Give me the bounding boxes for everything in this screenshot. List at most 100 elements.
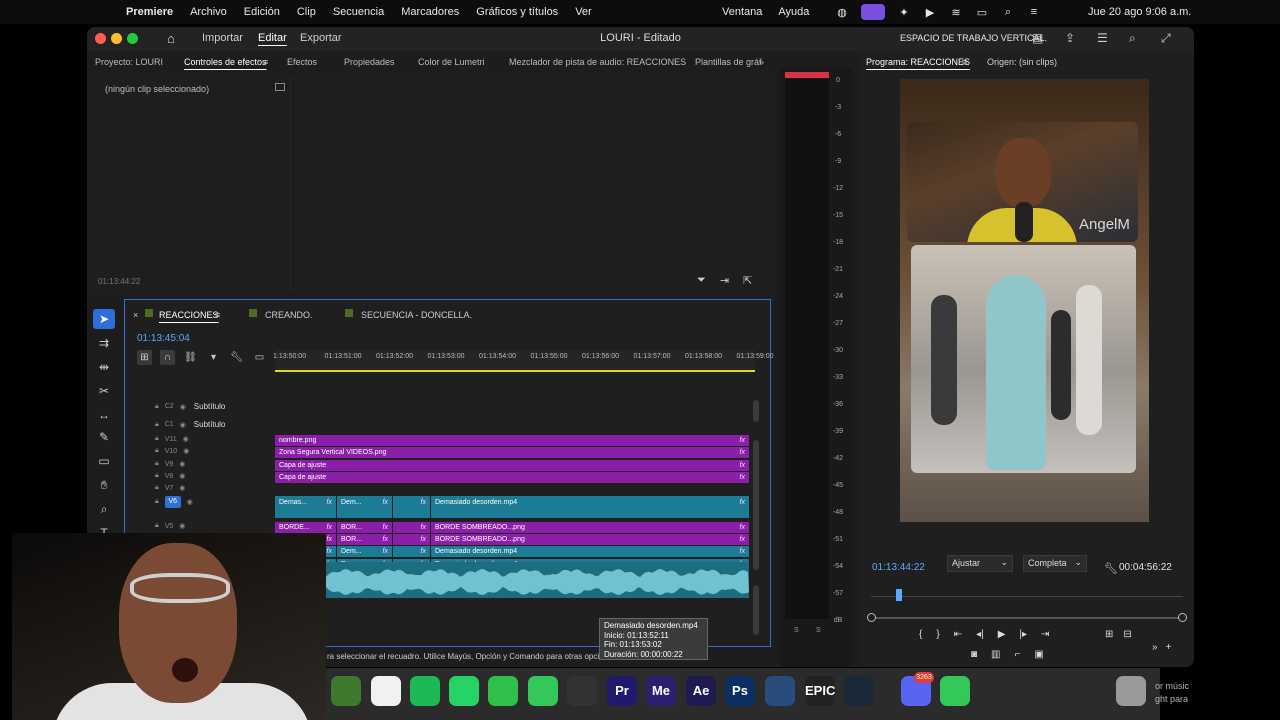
menu-edicion[interactable]: Edición [244, 6, 280, 18]
safe-margins-icon[interactable]: ▣ [1034, 649, 1043, 660]
play-only-audio-icon[interactable]: ⇥ [720, 274, 729, 287]
program-video-frame[interactable]: AngelM [900, 79, 1149, 522]
selection-tool-icon[interactable]: ➤ [93, 309, 115, 329]
tab-reacciones[interactable]: REACCIONES [159, 310, 219, 320]
timeline-clip[interactable]: fx [393, 496, 430, 518]
panel-toggle-icon[interactable] [275, 83, 285, 91]
timeline-clip[interactable]: fx [393, 546, 430, 557]
audio-clip[interactable] [325, 562, 749, 598]
tab-controles-efectos[interactable]: Controles de efectos [184, 57, 267, 67]
epic-games-icon[interactable]: EPIC [805, 676, 835, 706]
menu-clip[interactable]: Clip [297, 6, 316, 18]
spotify-icon[interactable] [410, 676, 440, 706]
phone-icon[interactable] [940, 676, 970, 706]
eye-icon[interactable]: ◉ [180, 403, 186, 411]
go-to-out-icon[interactable]: ⇥ [1041, 629, 1049, 640]
mark-out-icon[interactable]: } [936, 629, 939, 640]
timeline-clip[interactable]: Capa de ajuste fx [275, 460, 749, 471]
workspace-label[interactable]: ESPACIO DE TRABAJO VERTICAL. [900, 33, 1047, 43]
share-icon[interactable]: ⇪ [1065, 31, 1075, 45]
menu-archivo[interactable]: Archivo [190, 6, 227, 18]
playhead[interactable] [896, 589, 902, 601]
solo-button-left[interactable]: S [794, 627, 799, 634]
timeline-clip[interactable]: BOR... fx [337, 522, 392, 533]
hand-tool-icon[interactable]: ✋︎ [93, 475, 115, 495]
menu-lines-icon[interactable]: ☰ [1097, 31, 1108, 45]
export-icon[interactable]: ⇱ [743, 274, 752, 287]
earth-app-icon[interactable] [331, 676, 361, 706]
quality-select[interactable]: Completa ⌄ [1023, 555, 1087, 572]
step-forward-icon[interactable]: |▸ [1019, 629, 1027, 640]
obs-icon[interactable] [567, 676, 597, 706]
tab-programa[interactable]: Programa: REACCIONES [866, 57, 970, 67]
zoom-handle-right[interactable] [1178, 613, 1187, 622]
play-circle-icon[interactable]: ▶ [923, 6, 937, 19]
slip-tool-icon[interactable]: ↔ [93, 405, 115, 425]
notes-icon[interactable] [371, 676, 401, 706]
trash-icon[interactable] [1116, 676, 1146, 706]
photoshop-icon[interactable]: Ps [725, 676, 755, 706]
ripple-edit-tool-icon[interactable]: ⇹ [93, 357, 115, 377]
vertical-scrollbar[interactable] [753, 440, 759, 570]
menu-app[interactable]: Premiere [126, 6, 173, 18]
zoom-scroll-bar[interactable] [867, 613, 1187, 622]
tab-secuencia-doncella[interactable]: SECUENCIA - DONCELLA. [361, 310, 472, 320]
filter-icon[interactable]: ⏷ [697, 274, 706, 287]
facetime-icon[interactable] [488, 676, 518, 706]
timeline-clip[interactable]: BOR... fx [337, 534, 392, 545]
step-back-icon[interactable]: ◂| [976, 629, 984, 640]
lock-icon[interactable]: 🔒︎ [155, 460, 159, 468]
timeline-menu-icon[interactable]: ≡ [215, 310, 220, 320]
search-icon[interactable]: ⌕ [1129, 31, 1136, 46]
timeline-clip[interactable]: Dem... fx [337, 546, 392, 557]
more-icon[interactable]: » [1152, 642, 1158, 653]
obs-icon[interactable]: ◍ [835, 6, 849, 19]
program-scrubber[interactable] [871, 581, 1183, 606]
timeline-clip[interactable]: fx [393, 534, 430, 545]
menu-secuencia[interactable]: Secuencia [333, 6, 384, 18]
track-select-tool-icon[interactable]: ⇉ [93, 333, 115, 353]
tab-mezclador[interactable]: Mezclador de pista de audio: REACCIONES [509, 57, 686, 67]
menu-graficos[interactable]: Gráficos y títulos [476, 6, 558, 18]
screen-record-icon[interactable] [861, 4, 885, 20]
timeline-clip[interactable]: Dem... fx [337, 496, 392, 518]
snap-icon[interactable]: ∩ [160, 350, 175, 365]
play-icon[interactable]: ▶ [998, 629, 1006, 640]
camera-icon[interactable]: ◙ [971, 649, 977, 660]
davinci-icon[interactable] [765, 676, 795, 706]
zoom-tool-icon[interactable]: ⌕ [93, 499, 115, 519]
eye-icon[interactable]: ◉ [183, 447, 189, 455]
chevron-right-icon[interactable]: » [759, 57, 764, 67]
tab-plantillas[interactable]: Plantillas de gráf [695, 57, 762, 67]
rectangle-tool-icon[interactable]: ▭ [93, 451, 115, 471]
tab-creando[interactable]: CREANDO. [265, 310, 313, 320]
whatsapp-icon[interactable] [449, 676, 479, 706]
vertical-scrollbar[interactable] [753, 400, 759, 422]
lock-icon[interactable]: 🔒︎ [155, 484, 159, 492]
corner-icon[interactable]: ⌐ [1015, 649, 1021, 660]
menu-ventana[interactable]: Ventana [722, 6, 762, 18]
wrench-icon[interactable]: 🔧︎ [1104, 562, 1118, 575]
menubar-clock[interactable]: Jue 20 ago 9:06 a.m. [1088, 0, 1191, 24]
timeline-timecode[interactable]: 01:13:45:04 [137, 333, 190, 344]
lock-icon[interactable]: 🔒︎ [155, 498, 159, 506]
battery-icon[interactable]: ▭ [975, 6, 989, 19]
after-effects-icon[interactable]: Ae [686, 676, 716, 706]
timeline-clip[interactable]: BORDE SOMBREADO...png fx [431, 522, 749, 533]
lock-icon[interactable]: 🔒︎ [155, 472, 159, 480]
control-center-icon[interactable]: ≡ [1027, 6, 1041, 18]
time-ruler[interactable]: 1:13:50:00 01:13:51:00 01:13:52:00 01:13:53… [273, 350, 773, 372]
lock-icon[interactable]: 🔒︎ [155, 435, 159, 443]
fullscreen-icon[interactable]: ⤢ [1161, 31, 1171, 46]
tab-lumetri[interactable]: Color de Lumetri [418, 57, 485, 67]
gamepad-icon[interactable]: ✦ [897, 6, 911, 19]
lock-icon[interactable]: 🔒︎ [155, 403, 159, 411]
eye-icon[interactable]: ◉ [179, 460, 185, 468]
fit-select[interactable]: Ajustar ⌄ [947, 555, 1013, 572]
menu-marcadores[interactable]: Marcadores [401, 6, 459, 18]
captions-icon[interactable]: ▭ [252, 350, 267, 365]
marker-icon[interactable]: ▾ [206, 350, 221, 365]
tab-propiedades[interactable]: Propiedades [344, 57, 395, 67]
timeline-clip[interactable]: BORDE... fx [275, 522, 336, 533]
work-area-bar[interactable] [275, 370, 755, 372]
